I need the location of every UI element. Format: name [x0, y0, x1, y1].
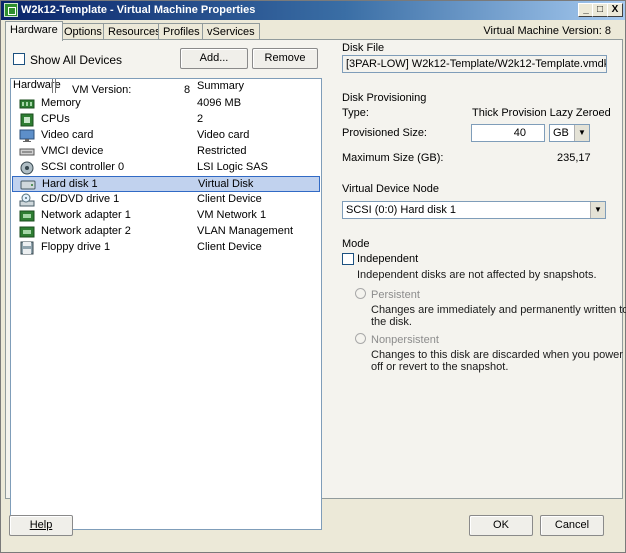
tab-vservices[interactable]: vServices [202, 23, 260, 40]
device-summary: 4096 MB [197, 97, 242, 109]
floppy-icon [19, 241, 35, 255]
cancel-button[interactable]: Cancel [540, 515, 604, 536]
harddisk-icon [20, 178, 36, 192]
device-row-cpus[interactable]: CPUs 2 [11, 112, 321, 128]
disk-file-field[interactable]: [3PAR-LOW] W2k12-Template/W2k12-Template… [342, 55, 607, 73]
add-device-button[interactable]: Add... [180, 48, 248, 69]
mode-label: Mode [342, 238, 370, 250]
memory-icon [19, 97, 35, 111]
independent-checkbox[interactable] [342, 253, 354, 265]
close-button[interactable]: X [607, 3, 623, 17]
monitor-icon [19, 129, 35, 143]
vm-app-icon [4, 3, 18, 17]
chevron-down-icon[interactable]: ▼ [574, 125, 589, 141]
tab-profiles[interactable]: Profiles [158, 23, 205, 40]
tab-hardware[interactable]: Hardware [5, 21, 63, 41]
column-divider[interactable] [52, 79, 53, 93]
device-name: Hard disk 1 [42, 178, 98, 190]
help-button[interactable]: Help [9, 515, 73, 536]
network-icon [19, 225, 35, 239]
hardware-panel: Show All Devices Add... Remove Hardware … [5, 39, 626, 530]
device-row-floppy-drive[interactable]: Floppy drive 1 Client Device [11, 240, 321, 256]
device-row-cd-dvd-drive[interactable]: CD/DVD drive 1 Client Device [11, 192, 321, 208]
device-summary: VLAN Management [197, 225, 293, 237]
device-row-video-card[interactable]: Video card Video card [11, 128, 321, 144]
device-name: Floppy drive 1 [41, 241, 111, 253]
disk-file-label: Disk File [342, 42, 385, 54]
device-row-scsi-controller[interactable]: SCSI controller 0 LSI Logic SAS [11, 160, 321, 176]
device-summary: Client Device [197, 241, 262, 253]
maximize-button[interactable]: □ [592, 3, 608, 17]
nonpersistent-description-line2: off or revert to the snapshot. [371, 361, 509, 373]
vm-version-label: Virtual Machine Version: 8 [483, 25, 611, 37]
tab-resources[interactable]: Resources [103, 23, 166, 40]
persistent-description-line2: the disk. [371, 316, 412, 328]
scsi-icon [19, 161, 35, 175]
device-row-hard-disk[interactable]: Hard disk 1 Virtual Disk [12, 176, 320, 192]
nonpersistent-radio[interactable] [355, 333, 366, 344]
nonpersistent-description-line1: Changes to this disk are discarded when … [371, 349, 623, 361]
device-name: SCSI controller 0 [41, 161, 125, 173]
ok-button[interactable]: OK [469, 515, 533, 536]
persistent-description-line1: Changes are immediately and permanently … [371, 304, 626, 316]
size-unit-select[interactable]: GB ▼ [549, 124, 590, 142]
device-summary: VM Network 1 [197, 209, 267, 221]
remove-device-button[interactable]: Remove [252, 48, 318, 69]
provisioning-type-label: Type: [342, 107, 369, 119]
persistent-radio[interactable] [355, 288, 366, 299]
independent-label: Independent [357, 253, 419, 265]
device-name: Network adapter 1 [41, 209, 131, 221]
column-divider-2[interactable] [55, 79, 56, 93]
virtual-device-node-select[interactable]: SCSI (0:0) Hard disk 1 ▼ [342, 201, 606, 219]
chevron-down-icon[interactable]: ▼ [590, 202, 605, 218]
device-summary: Client Device [197, 193, 262, 205]
device-summary: LSI Logic SAS [197, 161, 268, 173]
cpu-icon [19, 113, 35, 127]
virtual-device-node-label: Virtual Device Node [342, 183, 440, 195]
provisioned-size-input[interactable]: 40 [471, 124, 545, 142]
provisioned-size-label: Provisioned Size: [342, 127, 427, 139]
col-header-hardware[interactable]: Hardware [13, 79, 61, 97]
maximum-size-value: 235,17 [557, 152, 591, 164]
device-name: Memory [41, 97, 81, 109]
device-summary: Virtual Disk [198, 178, 254, 190]
device-summary: Video card [197, 129, 250, 141]
vmci-icon [19, 145, 35, 159]
tab-options[interactable]: Options [59, 23, 107, 40]
device-name: CPUs [41, 113, 70, 125]
device-name: Video card [41, 129, 94, 141]
window-title: W2k12-Template - Virtual Machine Propert… [21, 4, 256, 16]
network-icon [19, 209, 35, 223]
device-summary: Restricted [197, 145, 247, 157]
persistent-label: Persistent [371, 289, 420, 301]
device-row-vmci-device[interactable]: VMCI device Restricted [11, 144, 321, 160]
title-bar[interactable]: W2k12-Template - Virtual Machine Propert… [1, 1, 625, 20]
cdrom-icon [19, 193, 35, 207]
device-name: CD/DVD drive 1 [41, 193, 120, 205]
vm-properties-window: W2k12-Template - Virtual Machine Propert… [0, 0, 626, 553]
independent-description: Independent disks are not affected by sn… [357, 269, 597, 281]
device-list[interactable]: Hardware VM Version: 8 Summary Memory 40… [10, 78, 322, 530]
device-row-memory[interactable]: Memory 4096 MB [11, 96, 321, 112]
device-row-network-adapter-1[interactable]: Network adapter 1 VM Network 1 [11, 208, 321, 224]
show-all-devices-checkbox[interactable] [13, 53, 25, 65]
virtual-device-node-value: SCSI (0:0) Hard disk 1 [346, 204, 457, 216]
show-all-devices-label: Show All Devices [30, 53, 123, 67]
size-unit-value: GB [553, 127, 569, 139]
maximum-size-label: Maximum Size (GB): [342, 152, 444, 164]
provisioning-type-value: Thick Provision Lazy Zeroed [472, 107, 611, 119]
device-name: Network adapter 2 [41, 225, 131, 237]
device-summary: 2 [197, 113, 204, 125]
disk-provisioning-label: Disk Provisioning [342, 92, 427, 104]
nonpersistent-label: Nonpersistent [371, 334, 439, 346]
device-name: VMCI device [41, 145, 104, 157]
device-row-network-adapter-2[interactable]: Network adapter 2 VLAN Management [11, 224, 321, 240]
